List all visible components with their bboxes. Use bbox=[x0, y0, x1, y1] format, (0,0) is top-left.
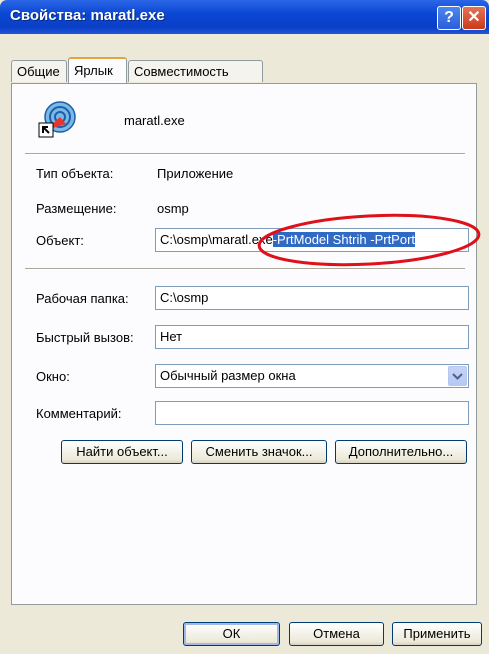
dropdown-arrow-button[interactable] bbox=[448, 366, 467, 386]
window-title: Свойства: maratl.exe bbox=[10, 7, 165, 24]
location-value: osmp bbox=[157, 201, 189, 216]
comment-input[interactable] bbox=[155, 401, 469, 425]
target-input[interactable]: C:\osmp\maratl.exe-PrtModel Shtrih -PrtP… bbox=[155, 228, 469, 252]
tab-shortcut[interactable]: Ярлык bbox=[68, 57, 127, 83]
separator bbox=[25, 268, 465, 270]
apply-button[interactable]: Применить bbox=[392, 622, 482, 646]
target-path-text: C:\osmp\maratl.exe bbox=[160, 232, 273, 247]
window-mode-select[interactable]: Обычный размер окна bbox=[155, 364, 469, 388]
window-mode-value: Обычный размер окна bbox=[160, 368, 296, 383]
change-icon-button[interactable]: Сменить значок... bbox=[191, 440, 327, 464]
shortcut-name: maratl.exe bbox=[124, 113, 185, 128]
hotkey-input[interactable]: Нет bbox=[155, 325, 469, 349]
close-icon: ✕ bbox=[467, 9, 481, 26]
type-value: Приложение bbox=[157, 166, 234, 181]
chevron-down-icon bbox=[452, 373, 463, 380]
separator bbox=[25, 153, 465, 155]
comment-label: Комментарий: bbox=[36, 406, 122, 421]
location-label: Размещение: bbox=[36, 201, 117, 216]
workdir-label: Рабочая папка: bbox=[36, 291, 129, 306]
target-selected-args: -PrtModel Shtrih -PrtPort bbox=[272, 232, 416, 247]
title-bar[interactable]: Свойства: maratl.exe ? ✕ bbox=[0, 0, 489, 34]
help-button[interactable]: ? bbox=[437, 6, 461, 30]
tab-general[interactable]: Общие bbox=[11, 60, 67, 82]
properties-dialog: Свойства: maratl.exe ? ✕ Общие Ярлык Сов… bbox=[0, 0, 489, 654]
ok-button[interactable]: ОК bbox=[183, 622, 280, 646]
help-icon: ? bbox=[444, 9, 454, 26]
advanced-button[interactable]: Дополнительно... bbox=[335, 440, 467, 464]
application-icon bbox=[38, 101, 76, 138]
find-target-button[interactable]: Найти объект... bbox=[61, 440, 183, 464]
type-label: Тип объекта: bbox=[36, 166, 114, 181]
target-label: Объект: bbox=[36, 233, 84, 248]
hotkey-label: Быстрый вызов: bbox=[36, 330, 134, 345]
cancel-button[interactable]: Отмена bbox=[289, 622, 384, 646]
workdir-input[interactable]: C:\osmp bbox=[155, 286, 469, 310]
window-mode-label: Окно: bbox=[36, 369, 70, 384]
tab-compatibility[interactable]: Совместимость bbox=[128, 60, 263, 82]
close-button[interactable]: ✕ bbox=[462, 6, 486, 30]
